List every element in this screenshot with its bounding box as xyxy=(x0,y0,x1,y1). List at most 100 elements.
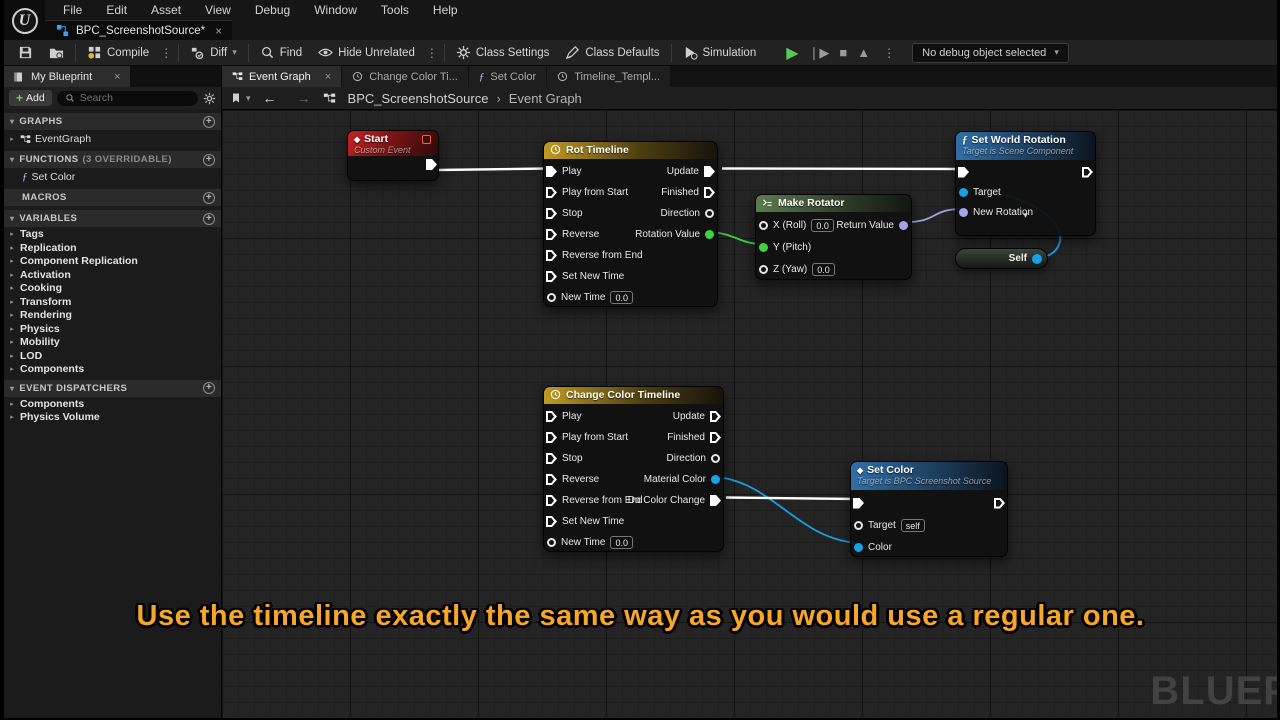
asset-tab[interactable]: BPC_ScreenshotSource* × xyxy=(45,20,232,40)
add-graph-icon[interactable]: + xyxy=(203,116,215,128)
forward-arrow-icon[interactable]: → xyxy=(289,90,319,106)
variable-row-mobility[interactable]: ▸Mobility xyxy=(4,336,221,349)
menu-debug[interactable]: Debug xyxy=(243,0,302,20)
exec-in-pin-play-from-start[interactable] xyxy=(546,432,557,443)
target-value-input[interactable]: self xyxy=(901,519,925,532)
frame-skip-icon[interactable]: ❘▶ xyxy=(809,45,830,61)
new-time-value-input[interactable]: 0.0 xyxy=(610,536,633,549)
object-pin-target[interactable] xyxy=(854,521,863,530)
node-set-color[interactable]: ◆ Set Color Target is BPC Screenshot Sou… xyxy=(850,461,1008,557)
object-pin-self[interactable] xyxy=(1032,254,1042,264)
enum-pin-direction[interactable] xyxy=(705,209,714,218)
add-macro-icon[interactable]: + xyxy=(203,192,215,204)
menu-asset[interactable]: Asset xyxy=(139,0,193,20)
float-pin-new-time[interactable] xyxy=(547,538,556,547)
my-blueprint-tab[interactable]: My Blueprint × xyxy=(4,66,130,87)
exec-in-pin-set-new-time[interactable] xyxy=(546,271,557,282)
asset-tab-close-icon[interactable]: × xyxy=(215,24,222,38)
exec-in-pin-stop[interactable] xyxy=(546,453,557,464)
variables-section-header[interactable]: ▾ VARIABLES + xyxy=(4,210,221,227)
play-icon[interactable]: ▶ xyxy=(786,43,798,63)
node-self[interactable]: Self xyxy=(955,248,1048,269)
exec-in-pin-reverse[interactable] xyxy=(546,474,557,485)
exec-in-pin-stop[interactable] xyxy=(546,208,557,219)
sidebar-item-set-color[interactable]: ƒ Set Color xyxy=(4,169,221,185)
exec-out-pin-do-color-change[interactable] xyxy=(710,495,721,506)
simulation-button[interactable]: Simulation xyxy=(675,40,765,66)
variable-row-components[interactable]: ▸Components xyxy=(4,363,221,376)
exec-out-pin-update[interactable] xyxy=(704,166,715,177)
exec-out-pin[interactable] xyxy=(994,498,1005,509)
node-make-rotator[interactable]: Make Rotator X (Roll)0.0 Y (Pitch) Z (Ya… xyxy=(755,194,912,280)
variable-row-physics[interactable]: ▸Physics xyxy=(4,323,221,336)
macros-section-header[interactable]: MACROS + xyxy=(4,189,221,206)
node-start[interactable]: ◆ Start Custom Event xyxy=(347,130,439,181)
menu-window[interactable]: Window xyxy=(302,0,369,20)
menu-view[interactable]: View xyxy=(193,0,243,20)
variable-row-rendering[interactable]: ▸Rendering xyxy=(4,309,221,322)
variable-row-activation[interactable]: ▸Activation xyxy=(4,269,221,282)
exec-out-pin-finished[interactable] xyxy=(710,432,721,443)
exec-in-pin-set-new-time[interactable] xyxy=(546,516,557,527)
variable-row-lod[interactable]: ▸LOD xyxy=(4,350,221,363)
diff-button[interactable]: Diff ▾ xyxy=(182,40,245,66)
exec-out-pin[interactable] xyxy=(426,159,437,170)
add-button[interactable]: + Add xyxy=(9,90,52,106)
save-button[interactable] xyxy=(10,40,41,66)
exec-in-pin-play[interactable] xyxy=(546,411,557,422)
exec-in-pin-play[interactable] xyxy=(546,166,557,177)
tab-change-color-timeline[interactable]: Change Color Ti... xyxy=(342,66,468,87)
bookmark-icon[interactable] xyxy=(230,92,242,104)
event-dispatchers-section-header[interactable]: ▾ EVENT DISPATCHERS + xyxy=(4,380,221,397)
search-input[interactable]: Search xyxy=(57,91,198,106)
float-pin-y-pitch[interactable] xyxy=(759,243,768,252)
compile-options-icon[interactable]: ⋮ xyxy=(157,46,175,60)
add-function-icon[interactable]: + xyxy=(203,154,215,166)
breadcrumb-root[interactable]: BPC_ScreenshotSource xyxy=(348,91,489,106)
menu-file[interactable]: File xyxy=(51,0,94,20)
node-rot-timeline[interactable]: Rot Timeline Play Play from Start Stop R… xyxy=(543,141,718,307)
variable-row-tags[interactable]: ▸Tags xyxy=(4,228,221,241)
float-pin-x-roll[interactable] xyxy=(759,221,768,230)
exec-in-pin-reverse-from-end[interactable] xyxy=(546,495,557,506)
graphs-section-header[interactable]: ▾ GRAPHS + xyxy=(4,113,221,130)
menu-tools[interactable]: Tools xyxy=(369,0,421,20)
class-defaults-button[interactable]: Class Defaults xyxy=(557,40,667,66)
class-settings-button[interactable]: Class Settings xyxy=(448,40,558,66)
color-pin-material-color[interactable] xyxy=(711,475,720,484)
chevron-down-icon[interactable]: ▾ xyxy=(246,93,251,104)
back-arrow-icon[interactable]: ← xyxy=(255,90,285,106)
tab-event-graph[interactable]: Event Graph × xyxy=(222,66,341,87)
collapse-chevron-icon[interactable]: ▾ xyxy=(956,210,1095,221)
variable-row-transform[interactable]: ▸Transform xyxy=(4,296,221,309)
variable-row-cooking[interactable]: ▸Cooking xyxy=(4,282,221,295)
tab-set-color[interactable]: ƒ Set Color xyxy=(469,66,546,87)
color-pin-color[interactable] xyxy=(854,543,863,552)
sidebar-item-eventgraph[interactable]: ▸ EventGraph xyxy=(4,131,221,147)
float-pin-z-yaw[interactable] xyxy=(759,265,768,274)
float-pin-rotation-value[interactable] xyxy=(705,230,714,239)
node-set-world-rotation[interactable]: ƒ Set World Rotation Target is Scene Com… xyxy=(955,131,1096,236)
dispatcher-row-physics-volume[interactable]: ▸Physics Volume xyxy=(4,411,221,424)
add-variable-icon[interactable]: + xyxy=(203,213,215,225)
debug-object-dropdown[interactable]: No debug object selected ▾ xyxy=(912,43,1069,63)
stop-icon[interactable]: ■ xyxy=(839,45,847,60)
find-button[interactable]: Find xyxy=(252,40,310,66)
play-options-icon[interactable]: ⋮ xyxy=(880,46,898,60)
z-yaw-value-input[interactable]: 0.0 xyxy=(812,263,835,276)
exec-in-pin[interactable] xyxy=(853,498,864,509)
object-pin-target[interactable] xyxy=(959,188,968,197)
variable-row-replication[interactable]: ▸Replication xyxy=(4,242,221,255)
browse-button[interactable] xyxy=(41,40,72,66)
exec-out-pin-update[interactable] xyxy=(710,411,721,422)
exec-in-pin-play-from-start[interactable] xyxy=(546,187,557,198)
compile-button[interactable]: Compile xyxy=(79,40,157,66)
exec-out-pin-finished[interactable] xyxy=(704,187,715,198)
exec-in-pin-reverse[interactable] xyxy=(546,229,557,240)
hide-unrelated-button[interactable]: Hide Unrelated xyxy=(310,40,423,66)
exec-in-pin[interactable] xyxy=(958,167,969,178)
settings-gear-icon[interactable] xyxy=(203,92,216,105)
menu-edit[interactable]: Edit xyxy=(94,0,139,20)
menu-help[interactable]: Help xyxy=(421,0,470,20)
add-event-dispatcher-icon[interactable]: + xyxy=(203,382,215,394)
